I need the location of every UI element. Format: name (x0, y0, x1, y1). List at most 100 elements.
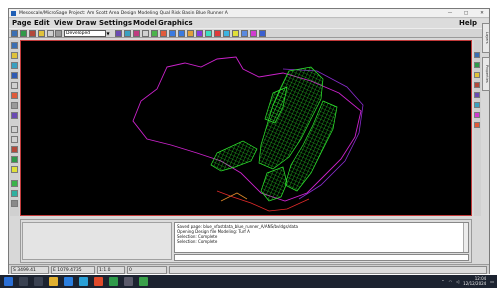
message-scrollbar[interactable] (463, 223, 468, 252)
tool-grid-icon[interactable] (11, 180, 18, 187)
zoom-in-icon[interactable] (169, 30, 176, 37)
command-options-area (22, 222, 172, 260)
rtool-pan-icon[interactable] (474, 82, 480, 88)
delete-icon[interactable] (160, 30, 167, 37)
tool-boundary-icon[interactable] (11, 146, 18, 153)
chevron-down-icon[interactable]: ▼ (105, 30, 110, 37)
draw-line-icon[interactable] (115, 30, 122, 37)
rtool-render-icon[interactable] (474, 122, 480, 128)
tool-region-icon[interactable] (11, 156, 18, 163)
properties-icon[interactable] (241, 30, 248, 37)
menu-graphics[interactable]: Graphics (158, 19, 193, 28)
maximize-button[interactable]: □ (462, 9, 470, 17)
tool-text-icon[interactable] (11, 102, 18, 109)
title-bar: Mesoscale/MicroSage Project: Am Scott Ar… (9, 9, 489, 18)
volume-icon[interactable]: ◁ (456, 279, 459, 284)
tool-select-icon[interactable] (11, 42, 18, 49)
copy-icon[interactable] (47, 30, 54, 37)
menu-edit[interactable]: Edit (34, 19, 50, 28)
tool-contour-icon[interactable] (11, 166, 18, 173)
app-icon (11, 11, 16, 16)
print-icon[interactable] (38, 30, 45, 37)
rtool-view-icon[interactable] (474, 52, 480, 58)
new-file-icon[interactable] (11, 30, 18, 37)
tool-polygon-icon[interactable] (11, 72, 18, 79)
wifi-icon[interactable]: ◠ (449, 279, 453, 284)
search-icon[interactable] (19, 277, 28, 286)
fit-view-icon[interactable] (196, 30, 203, 37)
window-controls: — □ ✕ (446, 9, 486, 17)
left-tool-palette (10, 40, 19, 216)
edit-point-icon[interactable] (151, 30, 158, 37)
minimize-button[interactable]: — (446, 9, 454, 17)
select-icon[interactable] (133, 30, 140, 37)
toolbar: Developed ▼ (9, 28, 489, 38)
rtool-rotate-icon[interactable] (474, 92, 480, 98)
app-icon-mesoscale[interactable] (139, 277, 148, 286)
app-window: Mesoscale/MicroSage Project: Am Scott Ar… (8, 8, 490, 274)
tool-polyline-icon[interactable] (11, 62, 18, 69)
rtool-fit-icon[interactable] (474, 102, 480, 108)
layer-icon[interactable] (205, 30, 212, 37)
command-panel: Saved page: blue_vfastdata_blue_runner_A… (20, 219, 472, 263)
tool-measure-icon[interactable] (11, 136, 18, 143)
paste-icon[interactable] (55, 30, 62, 37)
rtool-layer-icon[interactable] (474, 62, 480, 68)
taskbar: ⌃ ◠ ◁ 12:04 12/12/2024 ▭ (0, 275, 497, 288)
start-icon[interactable] (4, 277, 13, 286)
measure-icon[interactable] (124, 30, 131, 37)
menu-model[interactable]: Model (133, 19, 157, 28)
edge-icon[interactable] (64, 277, 73, 286)
clock-date: 12/12/2024 (463, 280, 487, 286)
task-view-icon[interactable] (34, 277, 43, 286)
grid-icon[interactable] (214, 30, 221, 37)
notification-icon[interactable]: ▭ (490, 279, 494, 284)
menu-settings[interactable]: Settings (99, 19, 132, 28)
store-icon[interactable] (79, 277, 88, 286)
app-icon-red[interactable] (94, 277, 103, 286)
tab-layers[interactable]: Layers (482, 23, 490, 53)
clock[interactable]: 12:04 12/12/2024 (463, 276, 487, 286)
file-explorer-icon[interactable] (49, 277, 58, 286)
dock-tabs: Layers Properties (482, 23, 490, 93)
tool-line-icon[interactable] (11, 52, 18, 59)
status-coord-y: E 1079.4735 (51, 266, 95, 274)
rtool-zoom-icon[interactable] (474, 72, 480, 78)
app-icon-green[interactable] (109, 277, 118, 286)
tool-node-icon[interactable] (11, 126, 18, 133)
move-icon[interactable] (142, 30, 149, 37)
tab-properties[interactable]: Properties (482, 57, 490, 91)
status-scale: 1:1.0 (97, 266, 125, 274)
close-button[interactable]: ✕ (478, 9, 486, 17)
rtool-3d-icon[interactable] (474, 112, 480, 118)
save-icon[interactable] (29, 30, 36, 37)
status-bar: S 3499.41 E 1079.4735 1:1.0 0 (9, 264, 489, 274)
info-icon[interactable] (250, 30, 257, 37)
pan-icon[interactable] (187, 30, 194, 37)
tool-arc-icon[interactable] (11, 92, 18, 99)
network-icon[interactable]: ⌃ (441, 279, 444, 284)
menu-page[interactable]: Page (12, 19, 31, 28)
drawing-canvas[interactable] (20, 40, 472, 216)
screenshot: Mesoscale/MicroSage Project: Am Scott Ar… (0, 0, 497, 288)
open-file-icon[interactable] (20, 30, 27, 37)
tool-mesh-icon[interactable] (11, 112, 18, 119)
layer-dropdown[interactable]: Developed (64, 30, 110, 37)
terminal-icon[interactable] (124, 277, 133, 286)
mesh-region-west (210, 140, 258, 172)
status-field: 0 (127, 266, 167, 274)
command-input[interactable] (174, 254, 469, 261)
refresh-icon[interactable] (232, 30, 239, 37)
window-title: Mesoscale/MicroSage Project: Am Scott Ar… (19, 11, 228, 16)
snap-icon[interactable] (223, 30, 230, 37)
map-drawing (132, 56, 364, 212)
help-icon[interactable] (259, 30, 266, 37)
tool-circle-icon[interactable] (11, 82, 18, 89)
zoom-out-icon[interactable] (178, 30, 185, 37)
menu-view[interactable]: View (54, 19, 73, 28)
menu-help[interactable]: Help (459, 19, 477, 28)
right-tool-palette (474, 40, 481, 216)
tool-fill-icon[interactable] (11, 190, 18, 197)
tool-erase-icon[interactable] (11, 200, 18, 207)
menu-draw[interactable]: Draw (76, 19, 96, 28)
